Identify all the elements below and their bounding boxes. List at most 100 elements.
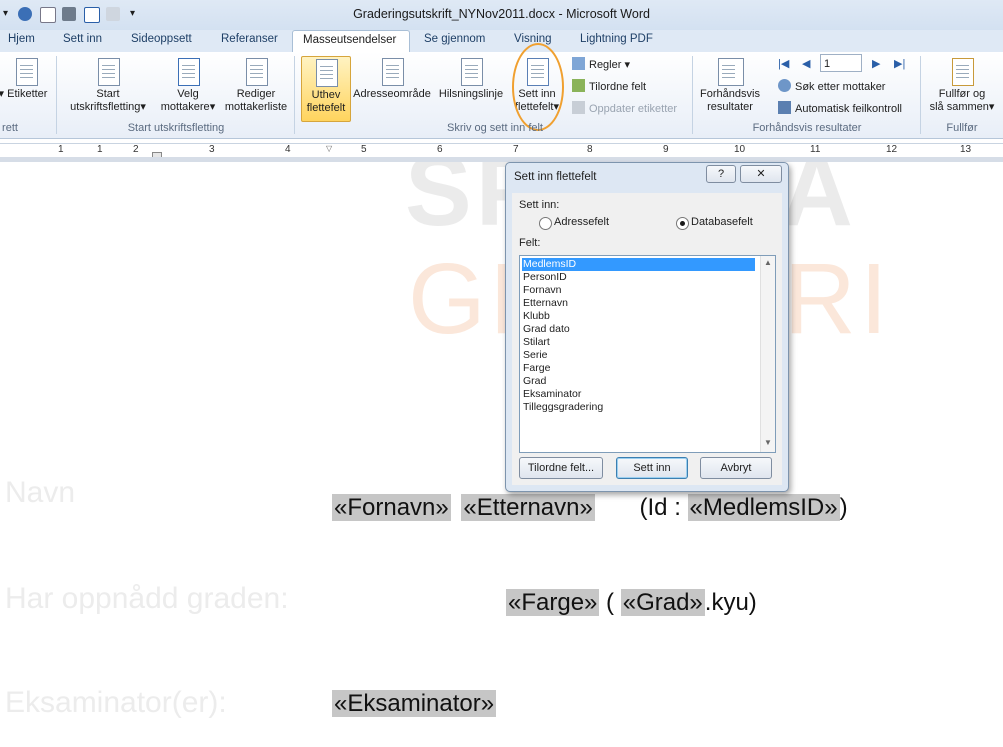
list-item[interactable]: Tilleggsgradering — [522, 401, 603, 414]
list-scrollbar[interactable]: ▲ ▼ — [760, 256, 775, 452]
ruler-number: 6 — [437, 144, 443, 155]
finish-merge-icon — [949, 56, 975, 86]
record-number-input[interactable]: 1 — [820, 54, 862, 72]
address-block-label: Adresseområde — [353, 88, 431, 100]
etiketter-label: ▾ Etiketter — [0, 88, 48, 100]
preview-results-button[interactable]: Forhåndsvis resultater — [696, 56, 764, 118]
merge-line-grade: «Farge» ( «Grad».kyu) — [506, 589, 757, 617]
first-record-icon[interactable]: |◀ — [778, 57, 789, 70]
merge-line-examiner: «Eksaminator» — [332, 690, 497, 718]
greeting-line-button[interactable]: Hilsningslinje — [434, 56, 508, 118]
cancel-button[interactable]: Avbryt — [700, 457, 772, 479]
match-fields-dialog-button[interactable]: Tilordne felt... — [519, 457, 603, 479]
tab-hjem[interactable]: Hjem — [8, 33, 35, 45]
tab-masseutsendelser[interactable]: Masseutsendelser — [292, 30, 410, 53]
radio-adressefelt-label[interactable]: Adressefelt — [554, 216, 609, 228]
update-labels-icon — [572, 101, 585, 114]
radio-databasefelt-label[interactable]: Databasefelt — [691, 216, 753, 228]
tab-lightning-pdf[interactable]: Lightning PDF — [580, 33, 653, 45]
merge-field-fornavn[interactable]: «Fornavn» — [332, 494, 451, 521]
separator — [56, 56, 57, 134]
velg-label-1: Velg — [177, 88, 199, 100]
last-record-icon[interactable]: ▶| — [894, 57, 905, 70]
tab-se-gjennom[interactable]: Se gjennom — [424, 33, 485, 45]
list-item[interactable]: PersonID — [522, 271, 567, 284]
highlight-icon — [313, 57, 339, 87]
list-item[interactable]: Grad — [522, 375, 546, 388]
help-button[interactable]: ? — [706, 165, 736, 183]
insert-label: Sett inn: — [519, 199, 560, 211]
list-item[interactable]: Stilart — [522, 336, 550, 349]
list-item[interactable]: Grad dato — [522, 323, 570, 336]
group-label-0: rett — [2, 122, 18, 134]
ruler-number: 12 — [886, 144, 898, 155]
list-item[interactable]: Serie — [522, 349, 548, 362]
tab-sideoppsett[interactable]: Sideoppsett — [131, 33, 192, 45]
uthev-label-2: flettefelt — [306, 102, 346, 114]
list-item[interactable]: MedlemsID — [522, 258, 755, 271]
insert-merge-field-dialog: Sett inn flettefelt ? ✕ Sett inn: Adress… — [505, 162, 789, 492]
label-navn: Navn — [5, 476, 76, 509]
tab-sett-inn[interactable]: Sett inn — [63, 33, 102, 45]
find-recipient-icon — [778, 79, 791, 92]
list-item[interactable]: Eksaminator — [522, 388, 581, 401]
fields-listbox[interactable]: MedlemsID PersonID Fornavn Etternavn Klu… — [519, 255, 776, 453]
ruler-number: 4 — [285, 144, 291, 155]
group-label-write: Skriv og sett inn felt — [447, 122, 543, 134]
ruler-number: 5 — [361, 144, 367, 155]
separator — [294, 56, 295, 134]
list-item[interactable]: Farge — [522, 362, 550, 375]
ruler-number: 9 — [663, 144, 669, 155]
group-label-start: Start utskriftsfletting — [127, 122, 225, 134]
group-label-finish: Fullfør — [946, 122, 978, 134]
select-recipients-button[interactable]: Velg mottakere▾ — [156, 56, 220, 118]
uthev-label-1: Uthev — [311, 89, 341, 101]
tab-label: Masseutsendelser — [303, 34, 397, 46]
radio-adressefelt[interactable] — [539, 217, 552, 230]
match-fields-button[interactable]: Tilordne felt — [572, 78, 646, 96]
grade-open: ( — [599, 589, 621, 616]
separator — [692, 56, 693, 134]
finish-merge-button[interactable]: Fullfør og slå sammen▾ — [924, 56, 1000, 118]
auto-check-errors-button[interactable]: Automatisk feilkontroll — [778, 100, 902, 118]
start-mail-merge-button[interactable]: Start utskriftsfletting▾ — [62, 56, 154, 118]
dialog-title: Sett inn flettefelt — [514, 171, 597, 183]
rediger-label-1: Rediger — [236, 88, 276, 100]
match-fields-icon — [572, 79, 585, 92]
greeting-line-icon — [458, 56, 484, 86]
previous-record-icon[interactable]: ◀ — [802, 57, 810, 70]
find-recipient-button[interactable]: Søk etter mottaker — [778, 78, 885, 96]
next-record-icon[interactable]: ▶ — [872, 57, 880, 70]
rules-button[interactable]: Regler ▾ — [572, 56, 630, 74]
labels-icon — [13, 56, 39, 86]
ruler-number: 3 — [209, 144, 215, 155]
id-prefix: (Id : — [639, 494, 688, 521]
close-button[interactable]: ✕ — [740, 165, 782, 183]
start-mail-merge-icon — [95, 56, 121, 86]
list-item[interactable]: Klubb — [522, 310, 550, 323]
merge-field-grad[interactable]: «Grad» — [620, 589, 705, 616]
dialog-content: Sett inn: Adressefelt Databasefelt Felt:… — [512, 193, 782, 485]
etiketter-button[interactable]: ▾ Etiketter — [0, 56, 52, 118]
greeting-line-label: Hilsningslinje — [438, 88, 504, 100]
scroll-up-icon[interactable]: ▲ — [764, 258, 772, 267]
tab-stop-marker[interactable]: ▽ — [326, 144, 332, 153]
ribbon: ▾ Etiketter rett Start utskriftsfletting… — [0, 43, 1003, 139]
merge-field-medlemsid[interactable]: «MedlemsID» — [687, 494, 840, 521]
merge-field-farge[interactable]: «Farge» — [506, 589, 600, 616]
insert-button[interactable]: Sett inn — [616, 457, 688, 479]
fullfor-label-2: slå sammen▾ — [929, 101, 995, 113]
edit-recipient-list-button[interactable]: Rediger mottakerliste — [222, 56, 290, 118]
tab-referanser[interactable]: Referanser — [221, 33, 278, 45]
list-item[interactable]: Fornavn — [522, 284, 562, 297]
document-page[interactable]: SPORKA GRADERI Navn Har oppnådd graden: … — [0, 162, 1003, 747]
merge-field-eksaminator[interactable]: «Eksaminator» — [332, 690, 497, 717]
rediger-label-2: mottakerliste — [224, 101, 288, 113]
scroll-down-icon[interactable]: ▼ — [764, 438, 772, 447]
separator — [920, 56, 921, 134]
highlight-merge-fields-button[interactable]: Uthev flettefelt — [301, 56, 351, 122]
address-block-button[interactable]: Adresseområde — [352, 56, 432, 118]
merge-field-etternavn[interactable]: «Etternavn» — [461, 494, 595, 521]
radio-databasefelt[interactable] — [676, 217, 689, 230]
list-item[interactable]: Etternavn — [522, 297, 568, 310]
